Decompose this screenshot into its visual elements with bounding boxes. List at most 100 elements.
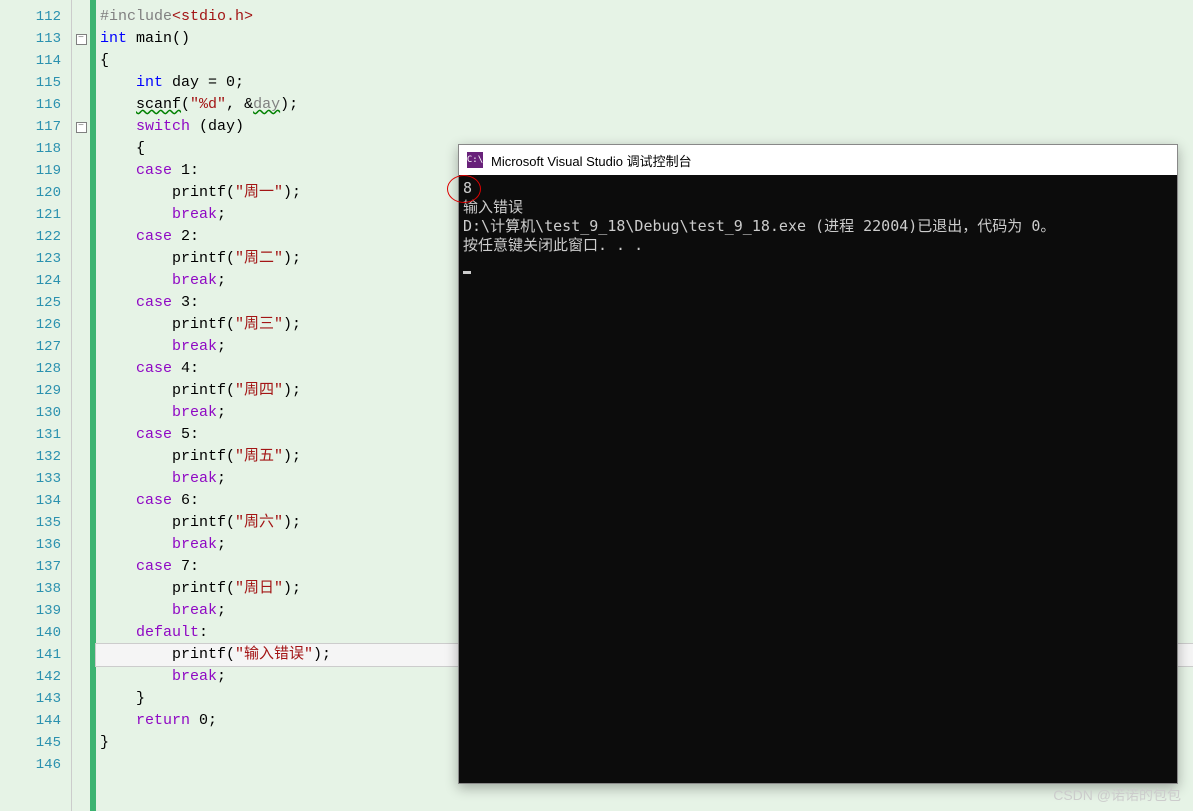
line-number[interactable]: 143 <box>0 688 71 710</box>
line-number[interactable]: 131 <box>0 424 71 446</box>
code-line[interactable]: switch (day) <box>96 116 1193 138</box>
fold-cell[interactable] <box>72 292 90 314</box>
line-number[interactable]: 132 <box>0 446 71 468</box>
code-token: { <box>100 52 109 69</box>
line-number[interactable]: 145 <box>0 732 71 754</box>
fold-cell[interactable] <box>72 688 90 710</box>
line-number[interactable]: 138 <box>0 578 71 600</box>
line-number-gutter[interactable]: 1121131141151161171181191201211221231241… <box>0 0 72 811</box>
line-number[interactable]: 130 <box>0 402 71 424</box>
fold-cell[interactable] <box>72 512 90 534</box>
line-number[interactable]: 126 <box>0 314 71 336</box>
code-token: int <box>136 74 163 91</box>
line-number[interactable]: 123 <box>0 248 71 270</box>
fold-cell[interactable] <box>72 402 90 424</box>
fold-cell[interactable] <box>72 6 90 28</box>
line-number[interactable]: 112 <box>0 6 71 28</box>
code-token <box>100 536 172 553</box>
fold-cell[interactable] <box>72 732 90 754</box>
line-number[interactable]: 113 <box>0 28 71 50</box>
line-number[interactable]: 135 <box>0 512 71 534</box>
fold-cell[interactable] <box>72 622 90 644</box>
fold-cell[interactable]: − <box>72 28 90 50</box>
fold-cell[interactable] <box>72 666 90 688</box>
fold-cell[interactable] <box>72 490 90 512</box>
line-number[interactable]: 114 <box>0 50 71 72</box>
line-number[interactable]: 144 <box>0 710 71 732</box>
line-number[interactable]: 124 <box>0 270 71 292</box>
code-token: "周二" <box>235 250 283 267</box>
code-line[interactable]: int day = 0; <box>96 72 1193 94</box>
fold-cell[interactable] <box>72 534 90 556</box>
fold-cell[interactable] <box>72 710 90 732</box>
line-number[interactable]: 127 <box>0 336 71 358</box>
line-number[interactable]: 141 <box>0 644 71 666</box>
code-token: : <box>199 624 208 641</box>
fold-cell[interactable] <box>72 72 90 94</box>
code-line[interactable]: scanf("%d", &day); <box>96 94 1193 116</box>
line-number[interactable]: 115 <box>0 72 71 94</box>
fold-cell[interactable] <box>72 226 90 248</box>
code-token: break <box>172 536 217 553</box>
fold-cell[interactable] <box>72 50 90 72</box>
console-titlebar[interactable]: C:\ Microsoft Visual Studio 调试控制台 <box>459 145 1177 175</box>
console-body[interactable]: 8输入错误D:\计算机\test_9_18\Debug\test_9_18.ex… <box>459 175 1177 783</box>
code-token: 5: <box>172 426 199 443</box>
line-number[interactable]: 121 <box>0 204 71 226</box>
fold-cell[interactable] <box>72 468 90 490</box>
code-token: break <box>172 206 217 223</box>
line-number[interactable]: 128 <box>0 358 71 380</box>
fold-cell[interactable] <box>72 578 90 600</box>
line-number[interactable]: 116 <box>0 94 71 116</box>
line-number[interactable]: 125 <box>0 292 71 314</box>
fold-cell[interactable] <box>72 138 90 160</box>
line-number[interactable]: 118 <box>0 138 71 160</box>
fold-cell[interactable] <box>72 182 90 204</box>
fold-toggle-icon[interactable]: − <box>76 34 87 45</box>
fold-cell[interactable] <box>72 556 90 578</box>
line-number[interactable]: 142 <box>0 666 71 688</box>
fold-cell[interactable]: − <box>72 116 90 138</box>
console-line: 8 <box>463 179 1173 198</box>
line-number[interactable]: 120 <box>0 182 71 204</box>
line-number[interactable]: 140 <box>0 622 71 644</box>
fold-cell[interactable] <box>72 446 90 468</box>
fold-cell[interactable] <box>72 380 90 402</box>
fold-cell[interactable] <box>72 94 90 116</box>
line-number[interactable]: 146 <box>0 754 71 776</box>
fold-cell[interactable] <box>72 644 90 666</box>
line-number[interactable]: 117 <box>0 116 71 138</box>
fold-cell[interactable] <box>72 424 90 446</box>
code-token: ; <box>217 338 226 355</box>
code-line[interactable]: #include<stdio.h> <box>96 6 1193 28</box>
code-token <box>100 272 172 289</box>
fold-cell[interactable] <box>72 358 90 380</box>
line-number[interactable]: 137 <box>0 556 71 578</box>
code-line[interactable]: int main() <box>96 28 1193 50</box>
fold-cell[interactable] <box>72 160 90 182</box>
code-line[interactable]: { <box>96 50 1193 72</box>
code-token <box>100 338 172 355</box>
code-token: printf( <box>100 316 235 333</box>
code-token: day = 0; <box>163 74 244 91</box>
fold-cell[interactable] <box>72 204 90 226</box>
fold-cell[interactable] <box>72 270 90 292</box>
fold-cell[interactable] <box>72 336 90 358</box>
code-token: "周日" <box>235 580 283 597</box>
fold-cell[interactable] <box>72 248 90 270</box>
line-number[interactable]: 134 <box>0 490 71 512</box>
line-number[interactable]: 133 <box>0 468 71 490</box>
line-number[interactable]: 129 <box>0 380 71 402</box>
fold-cell[interactable] <box>72 600 90 622</box>
fold-cell[interactable] <box>72 754 90 776</box>
fold-cell[interactable] <box>72 314 90 336</box>
fold-toggle-icon[interactable]: − <box>76 122 87 133</box>
line-number[interactable]: 136 <box>0 534 71 556</box>
line-number[interactable]: 139 <box>0 600 71 622</box>
line-number[interactable]: 122 <box>0 226 71 248</box>
line-number[interactable]: 119 <box>0 160 71 182</box>
code-token: ; <box>217 404 226 421</box>
fold-bar[interactable]: −− <box>72 0 90 811</box>
debug-console-window[interactable]: C:\ Microsoft Visual Studio 调试控制台 8输入错误D… <box>458 144 1178 784</box>
code-token <box>100 426 136 443</box>
